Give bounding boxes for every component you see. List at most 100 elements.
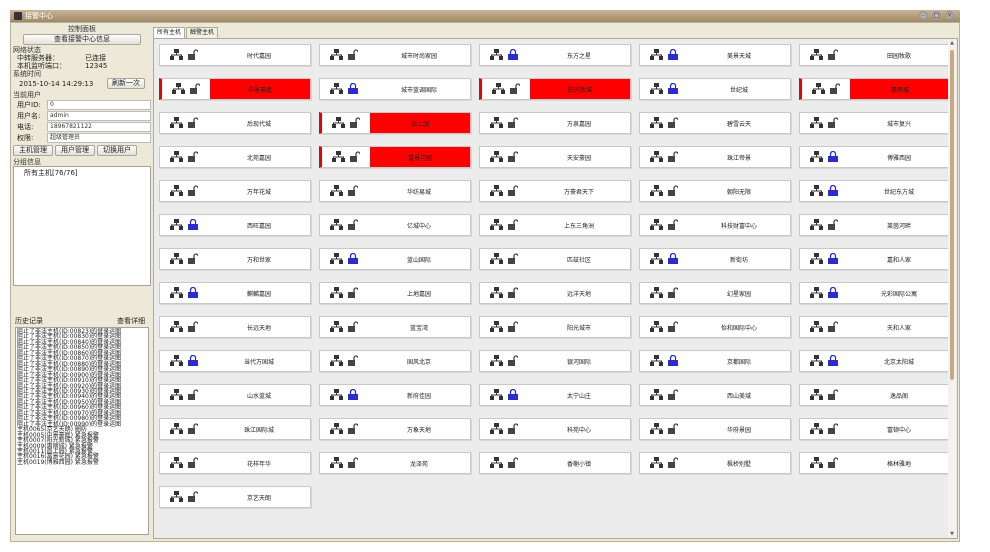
host-tile[interactable]: 格林雅地 <box>799 452 951 474</box>
switch-user-button[interactable]: 切换用户 <box>97 145 137 156</box>
host-tile[interactable]: 蓝宝湾 <box>319 316 471 338</box>
host-tile[interactable]: 尚上园 <box>319 112 471 134</box>
host-name: 天和人家 <box>886 324 911 332</box>
host-name: 时代嘉园 <box>246 52 271 60</box>
host-tile[interactable]: 匹兹社区 <box>479 248 631 270</box>
host-tile[interactable]: 新府佳园 <box>319 384 471 406</box>
maximize-icon[interactable]: □ <box>932 11 941 20</box>
close-icon[interactable]: × <box>945 11 954 20</box>
host-tile[interactable]: 幻星家园 <box>639 282 791 304</box>
host-name: 西山美域 <box>726 392 751 400</box>
host-name: 华纺易城 <box>406 188 431 196</box>
host-tile[interactable]: 万象天地 <box>319 418 471 440</box>
tab-alarm-hosts[interactable]: 触警主机 <box>186 27 219 38</box>
network-icon <box>810 48 823 62</box>
lock-open-icon <box>668 286 679 300</box>
host-name: 城市时尚家园 <box>400 52 437 60</box>
lock-open-icon <box>668 422 679 436</box>
view-center-info-button[interactable]: 查看接警中心信息 <box>23 34 141 45</box>
host-tile[interactable]: 上地嘉园 <box>319 282 471 304</box>
scroll-up-icon[interactable]: ▲ <box>949 40 955 46</box>
host-tile[interactable]: 远洋天地 <box>479 282 631 304</box>
host-tile[interactable]: 万泉嘉园 <box>479 112 631 134</box>
host-tile[interactable]: 后现代城 <box>159 112 311 134</box>
host-tile[interactable]: 天安豪园 <box>479 146 631 168</box>
host-tile[interactable]: 莱茵河畔 <box>799 214 951 236</box>
host-tile[interactable]: 万年花城 <box>159 180 311 202</box>
host-name: 京都国际 <box>726 358 751 366</box>
host-tile[interactable]: 长远天地 <box>159 316 311 338</box>
host-tile[interactable]: 万豪君天下 <box>479 180 631 202</box>
host-tile[interactable]: 碧雪云天 <box>639 112 791 134</box>
lock-armed-icon <box>188 218 198 232</box>
host-tile[interactable]: 田园牧歌 <box>799 44 951 66</box>
host-tile[interactable]: 天和人家 <box>799 316 951 338</box>
host-tile[interactable]: 麒麟嘉园 <box>159 282 311 304</box>
host-tile[interactable]: 香榭小镇 <box>479 452 631 474</box>
host-tile[interactable]: 华纺易城 <box>319 180 471 202</box>
host-tile[interactable]: 城市复兴 <box>799 112 951 134</box>
host-tile[interactable]: 北苑嘉园 <box>159 146 311 168</box>
host-tile[interactable]: 京都国际 <box>639 350 791 372</box>
scroll-down-icon[interactable]: ▼ <box>949 531 955 537</box>
network-icon <box>810 422 823 436</box>
minimize-icon[interactable]: – <box>919 11 928 20</box>
host-tile[interactable]: 世纪城 <box>639 78 791 100</box>
host-tile[interactable]: 亿城中心 <box>319 214 471 236</box>
host-tile[interactable]: 嘉和人家 <box>799 248 951 270</box>
host-management-button[interactable]: 主机管理 <box>13 145 53 156</box>
host-tile[interactable]: 阳光城市 <box>479 316 631 338</box>
host-tile[interactable]: 当代万国城 <box>159 350 311 372</box>
host-tile[interactable]: 富景花园 <box>319 146 471 168</box>
host-tile[interactable]: 逸品阁 <box>799 384 951 406</box>
lock-open-icon <box>828 48 839 62</box>
host-tile[interactable]: 华府景园 <box>639 418 791 440</box>
host-tile[interactable]: 朝阳无限 <box>639 180 791 202</box>
host-tile[interactable]: 科苑中心 <box>479 418 631 440</box>
host-tile[interactable]: 世纪东方城 <box>799 180 951 202</box>
host-tile[interactable]: 太宁山庄 <box>479 384 631 406</box>
host-tile[interactable]: 银河国际 <box>479 350 631 372</box>
refresh-button[interactable]: 刷新一次 <box>107 78 145 89</box>
host-tile[interactable]: 时代嘉园 <box>159 44 311 66</box>
host-tile[interactable]: 新街坊 <box>639 248 791 270</box>
host-tile[interactable]: 西旺嘉园 <box>159 214 311 236</box>
host-tile[interactable]: 山水蓝城 <box>159 384 311 406</box>
scrollbar-thumb[interactable] <box>950 50 954 380</box>
lock-armed-icon <box>828 286 838 300</box>
host-tile[interactable]: 美景天城 <box>639 44 791 66</box>
host-name: 嘉和人家 <box>886 256 911 264</box>
vertical-scrollbar[interactable]: ▲ ▼ <box>948 40 956 537</box>
host-tile[interactable]: 龙泽苑 <box>319 452 471 474</box>
user-management-button[interactable]: 用户管理 <box>55 145 95 156</box>
host-tile[interactable]: 城市蓝调国际 <box>319 78 471 100</box>
host-tile[interactable]: 科技财富中心 <box>639 214 791 236</box>
network-icon <box>650 48 663 62</box>
network-icon <box>810 286 823 300</box>
host-tile[interactable]: 上东三角洲 <box>479 214 631 236</box>
host-tile[interactable]: 蓝山国际 <box>319 248 471 270</box>
host-tile[interactable]: 枫桥别墅 <box>639 452 791 474</box>
host-tile[interactable]: 东方之星 <box>479 44 631 66</box>
host-tile[interactable]: 富顿中心 <box>799 418 951 440</box>
host-tile[interactable]: 珠江帝景 <box>639 146 791 168</box>
host-tile[interactable]: 阳光新城 <box>479 78 631 100</box>
host-tile[interactable]: 花样年华 <box>159 452 311 474</box>
tab-all-hosts[interactable]: 所有主机 <box>153 27 186 38</box>
host-tile[interactable]: 中景豪庭 <box>159 78 311 100</box>
host-tile[interactable]: 光彩国际公寓 <box>799 282 951 304</box>
history-detail-link[interactable]: 查看详细 <box>117 317 145 325</box>
network-icon <box>490 48 503 62</box>
host-tile[interactable]: 西山美域 <box>639 384 791 406</box>
host-tile[interactable]: 怡和国际中心 <box>639 316 791 338</box>
host-tile[interactable]: 京艺天朗 <box>159 486 311 508</box>
host-tile[interactable]: 北京太阳城 <box>799 350 951 372</box>
host-tile[interactable]: 珠江国际城 <box>159 418 311 440</box>
group-item-all-hosts[interactable]: 所有主机[76/76] <box>24 168 150 178</box>
relay-server-label: 中转服务器： <box>17 54 59 62</box>
host-tile[interactable]: 万和世家 <box>159 248 311 270</box>
host-tile[interactable]: 博雅西园 <box>799 146 951 168</box>
host-tile[interactable]: 城市时尚家园 <box>319 44 471 66</box>
host-tile[interactable]: 惠丽城 <box>799 78 951 100</box>
host-tile[interactable]: 国风北京 <box>319 350 471 372</box>
